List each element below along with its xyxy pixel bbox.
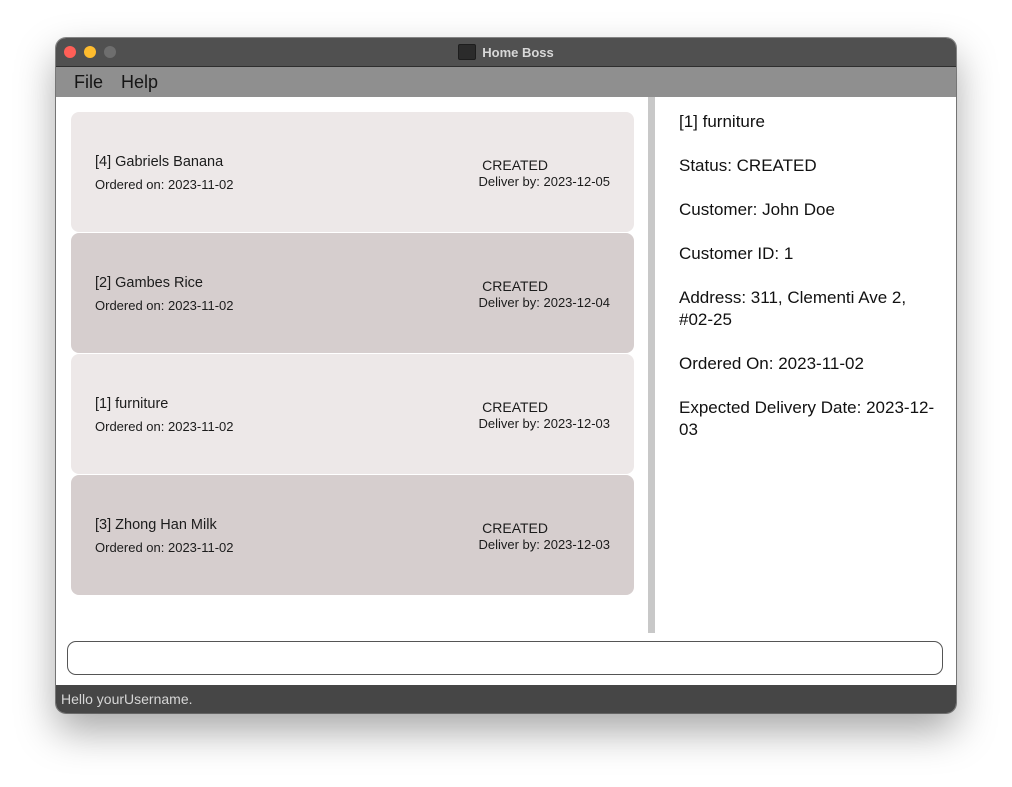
order-card[interactable]: [2] Gambes Rice Ordered on: 2023-11-02 C… [71, 233, 634, 353]
status-message: Hello yourUsername. [61, 691, 193, 707]
app-window: Home Boss File Help [4] Gabriels Banana … [56, 38, 956, 713]
order-status: CREATED [482, 399, 548, 415]
menu-file[interactable]: File [65, 72, 112, 93]
detail-customer: Customer: John Doe [679, 200, 835, 219]
order-date: Ordered on: 2023-11-02 [95, 177, 234, 192]
order-card[interactable]: [1] furniture Ordered on: 2023-11-02 CRE… [71, 354, 634, 474]
order-date: Ordered on: 2023-11-02 [95, 298, 234, 313]
order-deliver-by: Deliver by: 2023-12-03 [478, 416, 610, 431]
detail-customer-id: Customer ID: 1 [679, 244, 794, 263]
order-deliver-by: Deliver by: 2023-12-05 [478, 174, 610, 189]
menu-bar: File Help [56, 67, 956, 97]
order-status: CREATED [482, 157, 548, 173]
order-card[interactable]: [4] Gabriels Banana Ordered on: 2023-11-… [71, 112, 634, 232]
detail-address: Address: 311, Clementi Ave 2, #02-25 [679, 288, 907, 329]
order-detail-panel: [1] furniture Status: CREATED Customer: … [679, 111, 939, 463]
app-icon [458, 44, 477, 60]
split-pane-divider[interactable] [648, 97, 655, 633]
detail-expected-delivery: Expected Delivery Date: 2023-12-03 [679, 398, 935, 439]
detail-ordered-on: Ordered On: 2023-11-02 [679, 354, 864, 373]
status-bar: Hello yourUsername. [56, 685, 956, 713]
detail-title: [1] furniture [679, 112, 765, 131]
order-date: Ordered on: 2023-11-02 [95, 419, 234, 434]
order-deliver-by: Deliver by: 2023-12-04 [478, 295, 610, 310]
detail-status: Status: CREATED [679, 156, 817, 175]
menu-help[interactable]: Help [112, 72, 167, 93]
order-list[interactable]: [4] Gabriels Banana Ordered on: 2023-11-… [56, 97, 648, 633]
order-status: CREATED [482, 520, 548, 536]
command-input[interactable] [67, 641, 943, 675]
title-bar: Home Boss [56, 38, 956, 67]
order-name: [1] furniture [95, 396, 169, 412]
order-name: [4] Gabriels Banana [95, 154, 224, 170]
order-name: [2] Gambes Rice [95, 275, 203, 291]
main-content: [4] Gabriels Banana Ordered on: 2023-11-… [56, 97, 956, 685]
order-name: [3] Zhong Han Milk [95, 517, 217, 533]
order-card[interactable]: [3] Zhong Han Milk Ordered on: 2023-11-0… [71, 475, 634, 595]
order-status: CREATED [482, 278, 548, 294]
order-deliver-by: Deliver by: 2023-12-03 [478, 537, 610, 552]
order-date: Ordered on: 2023-11-02 [95, 540, 234, 555]
window-title: Home Boss [482, 44, 554, 60]
